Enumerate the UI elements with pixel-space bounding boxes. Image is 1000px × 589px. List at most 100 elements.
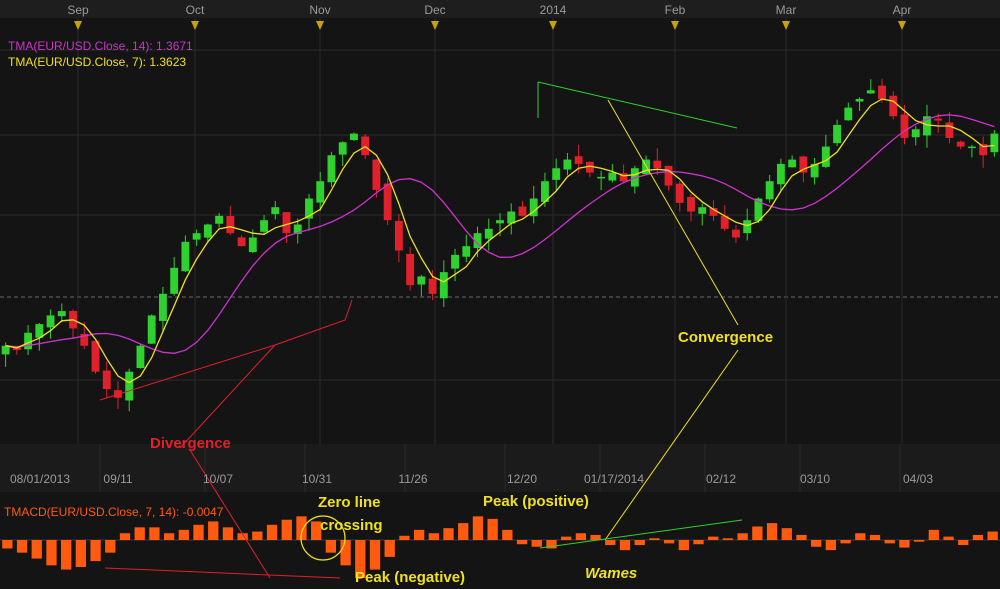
candle-body: [158, 293, 167, 321]
macd-bar: [796, 534, 807, 540]
macd-bar: [928, 529, 939, 540]
candle-body: [203, 224, 212, 238]
macd-bar: [634, 540, 645, 546]
month-label: Mar: [776, 3, 797, 17]
macd-bar: [325, 540, 337, 553]
macd-bar: [781, 528, 792, 540]
macd-bar: [428, 533, 439, 540]
month-label: Nov: [309, 3, 330, 17]
macd-bar: [619, 540, 631, 551]
macd-bar: [399, 535, 410, 540]
candle-body: [844, 107, 853, 121]
macd-bar: [884, 540, 895, 544]
candle-body: [967, 146, 976, 149]
macd-bar: [369, 540, 381, 570]
macd-bar: [811, 540, 822, 547]
date-tick-label: 04/03: [903, 472, 933, 486]
candle-body: [518, 206, 527, 216]
candle-body: [675, 183, 684, 203]
candle-body: [327, 155, 336, 183]
macd-bar: [972, 534, 984, 540]
macd-bar: [693, 540, 704, 545]
date-tick-label: 03/10: [800, 472, 830, 486]
macd-bar: [472, 516, 484, 540]
macd-bar: [46, 540, 57, 566]
macd-bar: [281, 519, 292, 540]
macd-bar: [943, 536, 954, 540]
annotation-peak-negative: Peak (negative): [355, 569, 465, 586]
candle-body: [282, 212, 291, 234]
macd-bar: [2, 540, 13, 549]
macd-bar: [61, 540, 72, 570]
candle-body: [125, 371, 134, 401]
candle-body: [226, 216, 235, 234]
candle-body: [788, 159, 797, 168]
candle-body: [653, 160, 662, 169]
candle-body: [833, 124, 842, 144]
chart-window: Sep Oct Nov Dec 2014 Feb Mar Apr 08/01/2013 09/1…: [0, 0, 1000, 589]
macd-bar: [149, 527, 160, 540]
macd-bar: [178, 529, 189, 540]
candle-body: [799, 156, 808, 173]
candle-body: [956, 141, 965, 147]
candle-body: [687, 196, 695, 212]
candle-body: [350, 133, 358, 141]
annotation-wames: Wames: [585, 565, 637, 582]
candle-body: [496, 220, 504, 224]
macd-bar: [869, 534, 881, 540]
legend-tma7: TMA(EUR/USD.Close, 7): 1.3623: [8, 55, 186, 69]
macd-bar: [958, 540, 969, 546]
candle-body: [765, 181, 774, 200]
candle-body: [46, 315, 55, 328]
macd-bar: [208, 521, 219, 540]
month-label: Feb: [665, 3, 686, 17]
candle-body: [552, 168, 561, 180]
candle-body: [181, 241, 190, 272]
candle-body: [372, 159, 381, 190]
macd-bar: [75, 540, 87, 568]
macd-bar: [119, 533, 131, 540]
candle-body: [776, 163, 785, 185]
candle-body: [1, 345, 10, 355]
annotation-divergence: Divergence: [150, 435, 231, 452]
candle-body: [361, 136, 370, 156]
annotation-convergence: Convergence: [678, 329, 773, 346]
candle-body: [170, 267, 179, 294]
candle-body: [878, 85, 886, 99]
candle-body: [237, 237, 246, 247]
month-label: Dec: [424, 3, 445, 17]
candle-body: [608, 172, 617, 181]
macd-bar: [105, 540, 116, 553]
candle-body: [428, 278, 437, 294]
candle-body: [439, 272, 448, 299]
candle-body: [732, 229, 740, 238]
macd-bar: [502, 529, 513, 540]
candle-body: [316, 181, 325, 203]
macd-bar: [913, 540, 925, 542]
candle-body: [192, 233, 201, 240]
candle-body: [934, 118, 943, 121]
macd-bar: [899, 540, 910, 548]
candle-body: [698, 207, 707, 214]
macd-bar: [825, 540, 837, 551]
candle-body: [821, 146, 830, 167]
macd-bar: [90, 540, 101, 562]
macd-bar: [31, 540, 42, 559]
legend-tma14: TMA(EUR/USD.Close, 14): 1.3671: [8, 39, 193, 53]
candle-body: [271, 207, 280, 215]
macd-bar: [605, 540, 616, 546]
annotation-zero-crossing: crossing: [320, 517, 383, 534]
candle-body: [889, 95, 898, 117]
month-label: 2014: [540, 3, 567, 17]
macd-bar: [252, 531, 263, 540]
candle-body: [383, 183, 392, 221]
macd-bar: [266, 524, 278, 540]
candle-body: [57, 311, 66, 317]
macd-bar: [987, 531, 998, 540]
macd-bar: [840, 540, 851, 544]
macd-bar: [443, 528, 454, 540]
candle-body: [911, 129, 920, 138]
date-tick-label: 12/20: [507, 472, 537, 486]
month-label: Sep: [67, 3, 89, 17]
annotation-zero-line: Zero line: [318, 494, 381, 511]
